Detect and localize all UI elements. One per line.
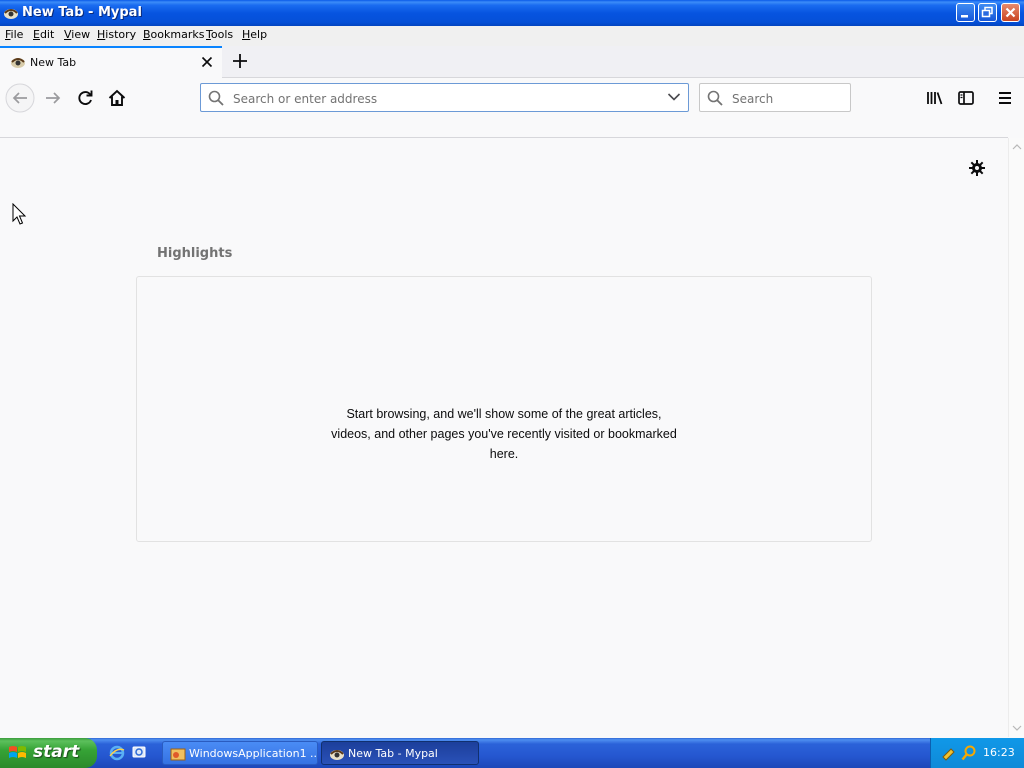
tab-new-tab[interactable]: New Tab bbox=[0, 46, 222, 78]
menu-bookmarks[interactable]: Bookmarks bbox=[143, 28, 204, 41]
sidebar-icon bbox=[958, 91, 974, 105]
scroll-down-icon[interactable] bbox=[1011, 722, 1023, 734]
restore-icon bbox=[981, 6, 993, 18]
menu-label: iew bbox=[71, 28, 91, 41]
taskbar-button-windowsapplication1[interactable]: WindowsApplication1 ... bbox=[162, 741, 318, 765]
new-tab-plus-icon[interactable] bbox=[231, 52, 249, 70]
mypal-app-icon bbox=[4, 9, 18, 19]
back-arrow-icon bbox=[5, 83, 35, 113]
menu-edit[interactable]: Edit bbox=[33, 28, 54, 41]
application-icon bbox=[170, 748, 186, 761]
menu-view[interactable]: View bbox=[64, 28, 90, 41]
minimize-icon bbox=[961, 15, 968, 18]
window-title: New Tab - Mypal bbox=[22, 5, 142, 20]
menu-help[interactable]: Help bbox=[242, 28, 267, 41]
menu-tools[interactable]: Tools bbox=[206, 28, 233, 41]
taskbar-button-mypal[interactable]: New Tab - Mypal bbox=[321, 741, 479, 765]
menu-accel: E bbox=[33, 28, 40, 41]
reload-icon bbox=[78, 90, 93, 105]
menu-label: ile bbox=[10, 28, 24, 41]
scroll-up-icon[interactable] bbox=[1011, 141, 1023, 153]
system-tray: 16:23 bbox=[930, 738, 1024, 768]
library-button[interactable] bbox=[920, 83, 950, 113]
navigation-toolbar bbox=[0, 78, 1024, 118]
minimize-button[interactable] bbox=[956, 3, 975, 22]
menu-label: ools bbox=[210, 28, 234, 41]
show-desktop-icon[interactable] bbox=[131, 745, 147, 761]
address-bar[interactable] bbox=[200, 83, 689, 112]
vertical-scrollbar[interactable] bbox=[1008, 138, 1024, 737]
gear-icon[interactable] bbox=[968, 159, 986, 177]
menu-accel: B bbox=[143, 28, 151, 41]
search-bar[interactable] bbox=[699, 83, 851, 112]
reload-button[interactable] bbox=[70, 83, 100, 113]
mypal-favicon-icon bbox=[11, 58, 25, 68]
tray-utility-icon[interactable] bbox=[941, 745, 957, 761]
window-titlebar[interactable]: New Tab - Mypal bbox=[0, 0, 1024, 26]
windows-logo-icon bbox=[9, 746, 26, 758]
menu-bar: File Edit View History Bookmarks Tools H… bbox=[0, 26, 1024, 46]
restore-button[interactable] bbox=[978, 3, 997, 22]
windows-taskbar: start WindowsApplication1 ... New Tab - … bbox=[0, 738, 1024, 768]
search-icon bbox=[208, 90, 224, 106]
new-tab-page: Highlights Start browsing, and we'll sho… bbox=[0, 138, 1008, 737]
tab-strip: New Tab bbox=[0, 46, 1024, 78]
mypal-app-icon bbox=[330, 750, 344, 760]
menu-label: elp bbox=[250, 28, 268, 41]
close-window-button[interactable] bbox=[1001, 3, 1020, 22]
search-input[interactable] bbox=[730, 90, 844, 108]
menu-label: ookmarks bbox=[150, 28, 205, 41]
address-input[interactable] bbox=[231, 90, 655, 108]
taskbar-clock: 16:23 bbox=[983, 746, 1015, 759]
close-icon bbox=[1005, 7, 1016, 18]
search-icon bbox=[707, 90, 723, 106]
menu-file[interactable]: File bbox=[5, 28, 23, 41]
close-tab-icon[interactable] bbox=[200, 55, 214, 69]
mouse-cursor-icon bbox=[12, 203, 27, 225]
menu-label: istory bbox=[105, 28, 137, 41]
menu-history[interactable]: History bbox=[97, 28, 136, 41]
taskbar-button-label: New Tab - Mypal bbox=[348, 747, 438, 760]
highlights-empty-state: Start browsing, and we'll show some of t… bbox=[136, 276, 872, 542]
menu-label: dit bbox=[39, 28, 55, 41]
forward-arrow-icon bbox=[46, 92, 61, 104]
start-label: start bbox=[33, 742, 80, 762]
library-icon bbox=[927, 92, 943, 105]
tray-search-icon[interactable] bbox=[961, 745, 977, 761]
sidebar-button[interactable] bbox=[951, 83, 981, 113]
chevron-down-icon[interactable] bbox=[667, 92, 681, 102]
start-button[interactable]: start bbox=[0, 738, 97, 768]
highlights-message: Start browsing, and we'll show some of t… bbox=[331, 407, 677, 461]
home-button[interactable] bbox=[102, 83, 132, 113]
hamburger-menu-icon bbox=[999, 92, 1011, 104]
taskbar-button-label: WindowsApplication1 ... bbox=[189, 747, 318, 760]
back-button[interactable] bbox=[5, 83, 35, 113]
highlights-heading: Highlights bbox=[157, 246, 233, 261]
open-menu-button[interactable] bbox=[990, 83, 1020, 113]
home-icon bbox=[108, 89, 126, 106]
tab-title: New Tab bbox=[30, 56, 77, 69]
forward-button[interactable] bbox=[38, 83, 68, 113]
internet-explorer-icon[interactable] bbox=[109, 745, 125, 761]
